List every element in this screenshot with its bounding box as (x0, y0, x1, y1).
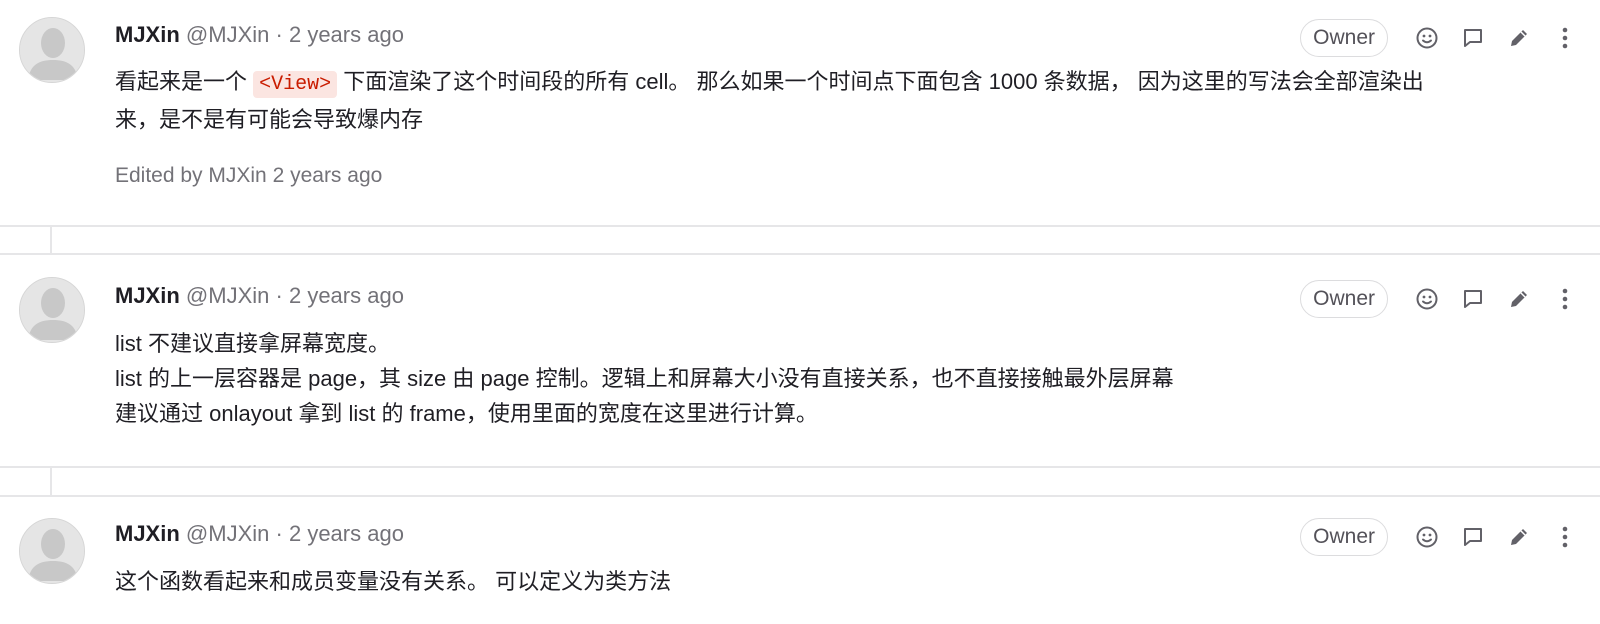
note-divider (0, 495, 1600, 497)
thread-line (50, 227, 52, 254)
time-separator: · (275, 22, 283, 47)
note-body: list 不建议直接拿屏幕宽度。 list 的上一层容器是 page，其 siz… (115, 326, 1565, 431)
more-actions-button[interactable] (1542, 279, 1588, 319)
note-timestamp[interactable]: 2 years ago (289, 521, 404, 546)
kebab-icon (1562, 526, 1568, 548)
kebab-icon (1562, 288, 1568, 310)
author-handle[interactable]: @MJXin (186, 283, 269, 308)
avatar[interactable] (19, 518, 85, 584)
pencil-icon (1511, 30, 1527, 46)
note-header: MJXin @MJXin · 2 years ago (115, 281, 404, 311)
add-reaction-button[interactable] (1404, 18, 1450, 58)
note-body-line: 建议通过 onlayout 拿到 list 的 frame，使用里面的宽度在这里… (115, 401, 818, 426)
note-body-line: list 不建议直接拿屏幕宽度。 (115, 331, 391, 356)
author-handle[interactable]: @MJXin (186, 22, 269, 47)
kebab-icon (1562, 27, 1568, 49)
time-separator: · (275, 521, 283, 546)
note-body-line: 这个函数看起来和成员变量没有关系。 可以定义为类方法 (115, 569, 672, 594)
reply-button[interactable] (1450, 18, 1496, 58)
body-text: 下面渲染了这个时间段的所有 cell。 那么如果一个时间点下面包含 1000 条… (343, 69, 1424, 94)
note-header: MJXin @MJXin · 2 years ago (115, 519, 404, 549)
note-actions: Owner (1300, 279, 1588, 319)
time-separator: · (275, 283, 283, 308)
edit-button[interactable] (1496, 517, 1542, 557)
comment-icon (1464, 29, 1482, 47)
note-timestamp[interactable]: 2 years ago (289, 283, 404, 308)
edited-by: Edited by MJXin 2 years ago (115, 164, 383, 187)
thread-line (50, 468, 52, 495)
smiley-icon (1416, 27, 1438, 49)
reply-button[interactable] (1450, 279, 1496, 319)
note-body-line: 看起来是一个 <View> 下面渲染了这个时间段的所有 cell。 那么如果一个… (115, 64, 1565, 102)
smiley-icon (1416, 526, 1438, 548)
note: MJXin @MJXin · 2 years ago Owner 这个函数看起来… (0, 498, 1600, 624)
inline-code: <View> (253, 71, 338, 98)
more-actions-button[interactable] (1542, 18, 1588, 58)
owner-badge: Owner (1300, 19, 1388, 57)
edit-button[interactable] (1496, 18, 1542, 58)
note: MJXin @MJXin · 2 years ago Owner list 不建… (0, 255, 1600, 470)
comment-icon (1464, 290, 1482, 308)
note-actions: Owner (1300, 517, 1588, 557)
smiley-icon (1416, 288, 1438, 310)
note-body-line: 来，是不是有可能会导致爆内存 (115, 107, 424, 132)
add-reaction-button[interactable] (1404, 517, 1450, 557)
comment-icon (1464, 528, 1482, 546)
note-timestamp[interactable]: 2 years ago (289, 22, 404, 47)
note-divider (0, 225, 1600, 227)
author-name[interactable]: MJXin (115, 521, 180, 546)
author-handle[interactable]: @MJXin (186, 521, 269, 546)
pencil-icon (1511, 291, 1527, 307)
avatar-icon (20, 18, 84, 82)
avatar-icon (20, 519, 84, 583)
edit-button[interactable] (1496, 279, 1542, 319)
note: MJXin @MJXin · 2 years ago Owner 看起来是一个 … (0, 0, 1600, 228)
note-divider (0, 466, 1600, 468)
note-actions: Owner (1300, 18, 1588, 58)
note-header: MJXin @MJXin · 2 years ago (115, 20, 404, 50)
author-name[interactable]: MJXin (115, 283, 180, 308)
note-body-line: list 的上一层容器是 page，其 size 由 page 控制。逻辑上和屏… (115, 366, 1174, 391)
avatar[interactable] (19, 277, 85, 343)
reply-button[interactable] (1450, 517, 1496, 557)
note-body: 看起来是一个 <View> 下面渲染了这个时间段的所有 cell。 那么如果一个… (115, 64, 1565, 137)
owner-badge: Owner (1300, 518, 1388, 556)
more-actions-button[interactable] (1542, 517, 1588, 557)
avatar-icon (20, 278, 84, 342)
body-text: 看起来是一个 (115, 69, 248, 94)
add-reaction-button[interactable] (1404, 279, 1450, 319)
author-name[interactable]: MJXin (115, 22, 180, 47)
owner-badge: Owner (1300, 280, 1388, 318)
pencil-icon (1511, 529, 1527, 545)
avatar[interactable] (19, 17, 85, 83)
note-body: 这个函数看起来和成员变量没有关系。 可以定义为类方法 (115, 564, 1565, 599)
